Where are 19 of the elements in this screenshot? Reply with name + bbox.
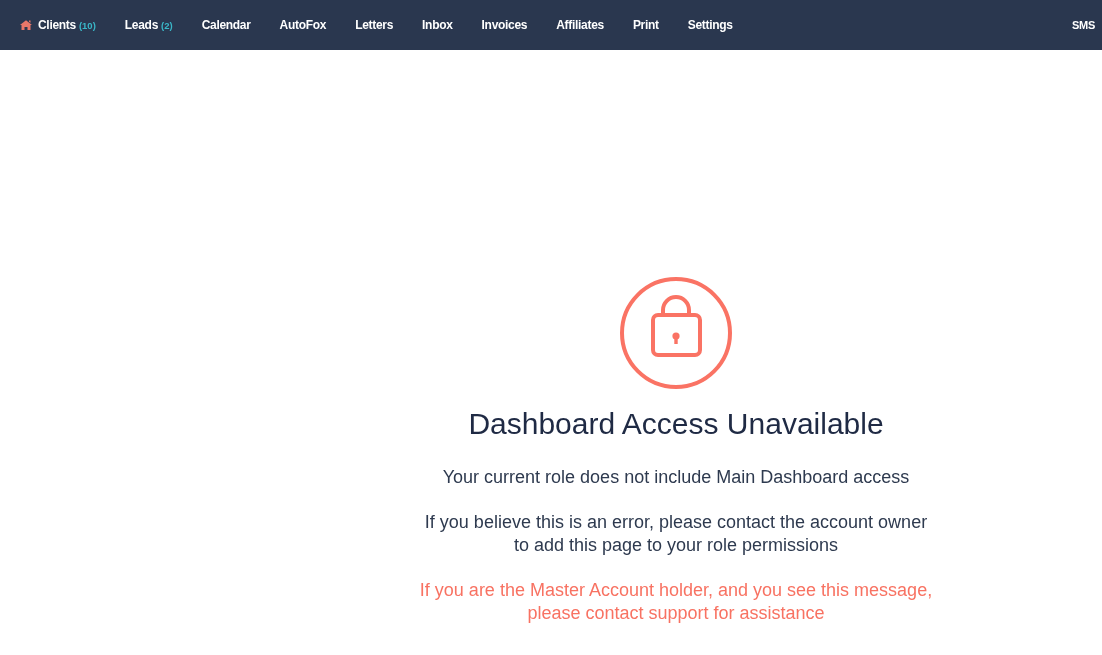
lock-icon (619, 276, 733, 390)
nav-link[interactable]: Settings (687, 18, 733, 32)
nav-link[interactable]: Clients (10) (20, 18, 96, 32)
home-icon (20, 20, 32, 30)
nav-link[interactable]: Letters (355, 18, 394, 32)
notice-instruction: If you believe this is an error, please contact the account owner to add this page to your role permissions (423, 510, 929, 557)
count-label: (10) (78, 19, 96, 31)
nav-link[interactable]: Inbox (422, 18, 453, 32)
nav-link[interactable]: Invoices (481, 18, 528, 32)
nav-link[interactable]: Calendar (201, 18, 251, 32)
nav-link[interactable]: Leads (2) (124, 18, 173, 32)
nav-link[interactable]: AutoFox (279, 18, 327, 32)
nav-link[interactable]: Affiliates (556, 18, 604, 32)
count-label: (2) (161, 19, 173, 31)
nav-link[interactable]: SMS (1072, 19, 1095, 31)
notice-message: Your current role does not include Main Dashboard access (442, 465, 910, 489)
nav-link[interactable]: Print (632, 18, 659, 32)
notice-title: Dashboard Access Unavailable (468, 406, 884, 442)
notice-warning: If you are the Master Account holder, and you see this message, please contact support for assistance (418, 578, 934, 625)
